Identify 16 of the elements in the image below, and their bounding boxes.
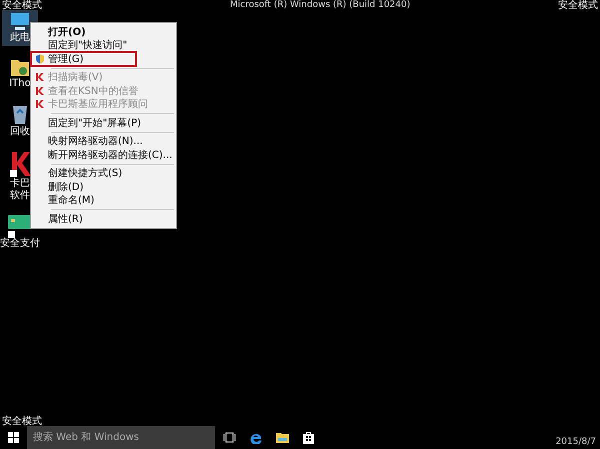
task-view-icon[interactable] — [223, 432, 236, 443]
shield-icon — [35, 54, 45, 64]
kaspersky-icon — [9, 150, 31, 178]
kaspersky-icon — [35, 72, 45, 82]
safe-mode-label: 安全模式 — [2, 414, 42, 428]
browser-icon[interactable] — [250, 432, 262, 444]
kaspersky-icon — [35, 86, 45, 96]
build-title: Microsoft (R) Windows (R) (Build 10240) — [230, 0, 410, 10]
date-label: 2015/8/7 — [556, 437, 596, 447]
kaspersky-icon — [35, 99, 45, 110]
search-field[interactable]: 搜索 Web 和 Windows — [27, 426, 215, 449]
computer-icon — [9, 12, 31, 32]
store-icon[interactable] — [303, 431, 314, 444]
windows-start-icon[interactable] — [8, 432, 19, 443]
folder-icon[interactable] — [276, 432, 289, 443]
card-icon — [7, 214, 33, 238]
